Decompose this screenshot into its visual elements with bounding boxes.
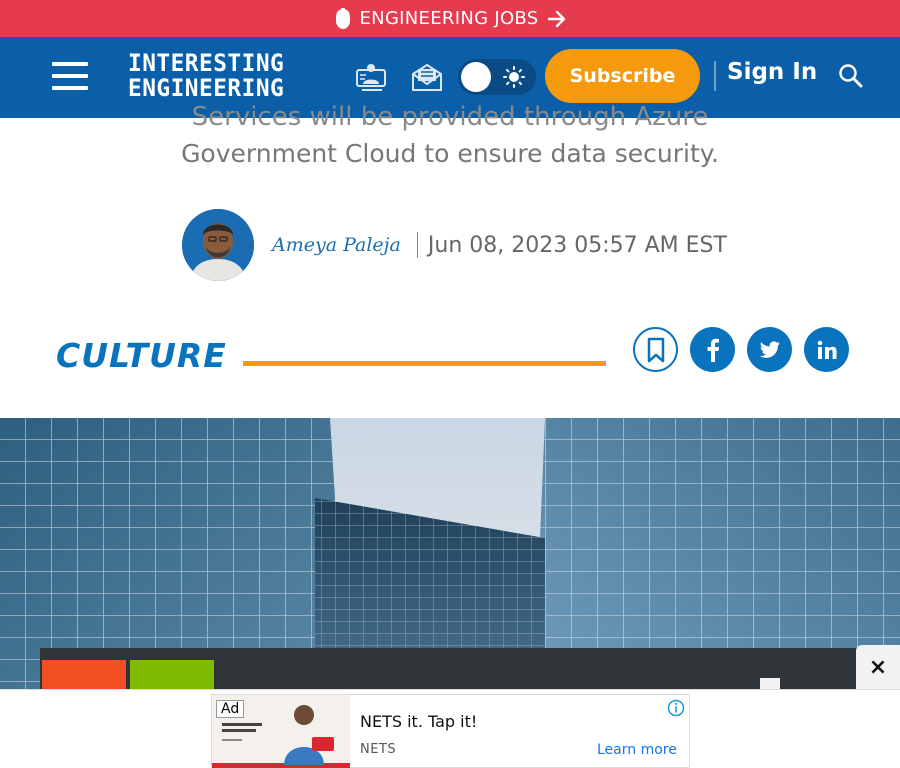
ad-title: NETS it. Tap it!: [360, 712, 478, 731]
category-underline: [243, 361, 606, 366]
facebook-share-button[interactable]: [690, 327, 735, 372]
hard-hat-icon: [335, 7, 350, 29]
engineering-jobs-banner[interactable]: ENGINEERING JOBS: [0, 0, 900, 37]
search-icon[interactable]: [838, 63, 864, 89]
twitter-icon: [759, 340, 780, 358]
ad-banner[interactable]: Ad NETS it. Tap it! NETS Learn more: [211, 694, 690, 768]
menu-icon[interactable]: [52, 62, 88, 92]
arrow-right-icon: [547, 10, 565, 27]
facebook-icon: [707, 338, 719, 362]
ad-close-button[interactable]: ×: [856, 645, 900, 689]
twitter-share-button[interactable]: [747, 327, 792, 372]
ad-brand: NETS: [360, 742, 397, 757]
sun-icon: [503, 66, 525, 88]
article-hero-image: [0, 418, 900, 690]
office-buildings-photo: [0, 418, 900, 690]
bookmark-button[interactable]: [633, 327, 678, 372]
logo-line-2: ENGINEERING: [128, 74, 285, 102]
header-divider: [714, 61, 716, 91]
webinar-icon[interactable]: [354, 62, 390, 92]
publish-date: Jun 08, 2023 05:57 AM EST: [427, 232, 727, 258]
article-subtitle-line-2: Government Cloud to ensure data security…: [181, 139, 719, 168]
engineering-jobs-label: ENGINEERING JOBS: [359, 8, 539, 29]
author-avatar[interactable]: [182, 209, 254, 281]
newsletter-icon[interactable]: [411, 62, 443, 92]
linkedin-icon: [817, 340, 836, 359]
ad-badge: Ad: [216, 700, 245, 718]
linkedin-share-button[interactable]: [804, 327, 849, 372]
theme-toggle[interactable]: [458, 59, 536, 95]
bookmark-icon: [647, 337, 664, 362]
article-subtitle-line-1: Services will be provided through Azure: [191, 102, 709, 132]
logo-line-1: INTERESTING: [128, 49, 285, 77]
ad-info-icon[interactable]: [667, 699, 685, 717]
author-byline: Ameya Paleja Jun 08, 2023 05:57 AM EST: [182, 209, 727, 281]
subscribe-button[interactable]: Subscribe: [545, 49, 700, 103]
site-logo[interactable]: INTERESTING ENGINEERING: [128, 51, 284, 101]
ad-learn-more-link[interactable]: Learn more: [597, 742, 677, 758]
sign-in-link[interactable]: Sign In: [727, 59, 817, 85]
category-label[interactable]: CULTURE: [56, 336, 227, 375]
toggle-knob: [461, 62, 491, 92]
byline-separator: [416, 232, 418, 258]
author-photo: [182, 209, 254, 281]
author-name-link[interactable]: Ameya Paleja: [272, 234, 401, 256]
